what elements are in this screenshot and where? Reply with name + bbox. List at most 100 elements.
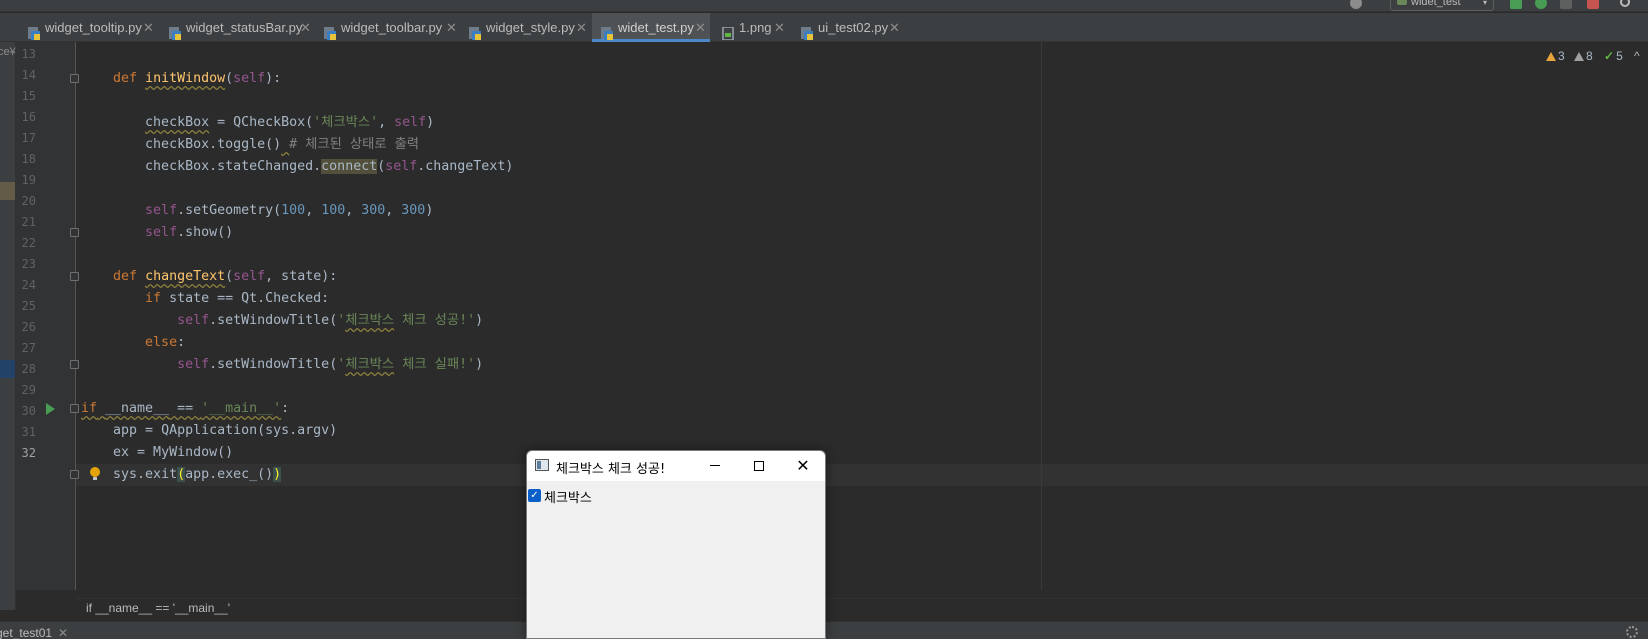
code-line-24[interactable]: if state == Qt.Checked:	[81, 288, 329, 310]
run-gutter-icon[interactable]	[46, 403, 55, 415]
line-number: 16	[21, 110, 36, 124]
tab-widget-toolbar[interactable]: widget_toolbar.py ✕	[315, 13, 457, 42]
gear-icon[interactable]	[1626, 626, 1638, 638]
line-number: 13	[21, 47, 36, 61]
code-line-14[interactable]: def initWindow(self):	[81, 68, 281, 90]
code-line-21[interactable]: self.show()	[81, 222, 233, 244]
search-icon[interactable]	[1620, 0, 1630, 7]
debug-icon[interactable]	[1535, 0, 1547, 9]
code-line-16[interactable]: checkBox = QCheckBox('체크박스', self)	[81, 112, 434, 134]
code-line-30[interactable]: app = QApplication(sys.argv)	[81, 420, 337, 442]
fold-marker[interactable]	[70, 272, 79, 281]
fold-marker[interactable]	[70, 228, 79, 237]
close-icon[interactable]: ✕	[58, 626, 68, 639]
chevron-down-icon: ▾	[1482, 0, 1487, 7]
inspection-typos[interactable]: ✓ 5	[1604, 48, 1623, 64]
tab-label: widget_style.py	[486, 20, 575, 35]
line-number: 22	[21, 236, 36, 250]
code-line-17[interactable]: checkBox.toggle() # 체크된 상태로 출력	[81, 134, 419, 156]
tab-widget-statusbar[interactable]: widget_statusBar.py ✕	[160, 13, 312, 42]
run-tab-label: get_test01	[0, 626, 53, 639]
tab-widget-tooltip[interactable]: widget_tooltip.py ✕	[19, 13, 154, 42]
code-line-26[interactable]: else:	[81, 332, 185, 354]
maximize-button[interactable]	[737, 451, 781, 481]
code-line-23[interactable]: def changeText(self, state):	[81, 266, 337, 288]
fold-marker[interactable]	[70, 74, 79, 83]
line-number: 14	[21, 68, 36, 82]
inspection-warnings[interactable]: 3	[1546, 48, 1565, 64]
tab-label: widget_statusBar.py	[186, 20, 303, 35]
python-file-icon	[169, 21, 181, 40]
project-tree-highlight	[0, 182, 15, 200]
code-line-18[interactable]: checkBox.stateChanged.connect(self.chang…	[81, 156, 513, 178]
python-file-icon	[324, 21, 336, 40]
window-title: 체크박스 체크 성공!	[556, 462, 666, 477]
qt-app-window[interactable]: 체크박스 체크 성공! ✕ ✓ 체크박스	[526, 450, 826, 639]
line-number: 18	[21, 152, 36, 166]
close-button[interactable]: ✕	[781, 451, 825, 481]
close-icon[interactable]: ✕	[446, 13, 457, 42]
tab-label: widet_test.py	[618, 20, 694, 35]
code-line-25[interactable]: self.setWindowTitle('체크박스 체크 성공!')	[81, 310, 483, 332]
tab-ui-test02[interactable]: ui_test02.py ✕	[792, 13, 910, 42]
tab-widet-test[interactable]: widet_test.py ✕	[592, 13, 710, 42]
coverage-icon[interactable]	[1560, 0, 1572, 9]
line-number: 31	[21, 425, 36, 439]
line-number: 17	[21, 131, 36, 145]
line-number: 23	[21, 257, 36, 271]
close-icon[interactable]: ✕	[774, 13, 785, 42]
checkbox[interactable]: ✓	[528, 489, 541, 502]
user-icon[interactable]	[1350, 0, 1362, 9]
python-file-icon	[601, 21, 613, 40]
line-number: 20	[21, 194, 36, 208]
window-title-bar[interactable]: 체크박스 체크 성공! ✕	[527, 451, 825, 481]
weak-warning-icon	[1574, 52, 1584, 61]
line-number: 24	[21, 278, 36, 292]
line-number: 25	[21, 299, 36, 313]
code-line-27[interactable]: self.setWindowTitle('체크박스 체크 실패!')	[81, 354, 483, 376]
run-tab[interactable]: get_test01 ✕	[0, 626, 68, 639]
run-configuration-selector[interactable]: widet_test ▾	[1390, 0, 1494, 11]
tab-widget-style[interactable]: widget_style.py ✕	[460, 13, 590, 42]
minimize-button[interactable]	[693, 451, 737, 481]
fold-marker[interactable]	[70, 404, 79, 413]
close-icon[interactable]: ✕	[143, 13, 154, 42]
line-number: 32	[21, 446, 36, 460]
close-icon[interactable]: ✕	[889, 13, 900, 42]
code-line-29[interactable]: if __name__ == '__main__':	[81, 398, 289, 420]
editor-gutter	[16, 42, 76, 590]
fold-marker[interactable]	[70, 360, 79, 369]
run-config-label: widet_test	[1411, 0, 1461, 8]
image-file-icon	[722, 21, 734, 41]
line-number: 29	[21, 383, 36, 397]
close-icon[interactable]: ✕	[695, 13, 706, 42]
tab-1-png[interactable]: 1.png ✕	[713, 13, 789, 42]
python-file-icon	[469, 21, 481, 40]
line-number: 19	[21, 173, 36, 187]
right-margin-guide	[1041, 42, 1042, 590]
warning-icon	[1546, 52, 1556, 61]
python-file-icon	[28, 21, 40, 40]
rerun-icon[interactable]	[1510, 0, 1522, 9]
close-icon[interactable]: ✕	[300, 13, 311, 42]
current-line-highlight	[76, 464, 1648, 486]
toolbar-strip: widet_test ▾	[0, 0, 1648, 12]
line-number: 30	[21, 404, 36, 418]
checkbox-label[interactable]: 체크박스	[544, 487, 592, 506]
line-number: 26	[21, 320, 36, 334]
window-client-area: ✓ 체크박스	[527, 481, 825, 638]
breadcrumb[interactable]: if __name__ == '__main__'	[86, 601, 230, 615]
editor-tab-bar: widget_tooltip.py ✕ widget_statusBar.py …	[0, 13, 1648, 42]
code-line-20[interactable]: self.setGeometry(100, 100, 300, 300)	[81, 200, 433, 222]
stop-icon[interactable]	[1587, 0, 1599, 9]
inspection-weak-warnings[interactable]: 8	[1574, 48, 1593, 64]
project-tree-selection	[0, 360, 15, 378]
tab-label: ui_test02.py	[818, 20, 889, 35]
app-window-icon	[535, 459, 549, 471]
check-icon: ✓	[530, 490, 539, 501]
code-line-32[interactable]: sys.exit(app.exec_())	[81, 464, 282, 486]
chevron-up-icon[interactable]: ^	[1634, 48, 1640, 64]
code-line-31[interactable]: ex = MyWindow()	[81, 442, 233, 464]
close-icon[interactable]: ✕	[576, 13, 587, 42]
fold-marker[interactable]	[70, 470, 79, 479]
